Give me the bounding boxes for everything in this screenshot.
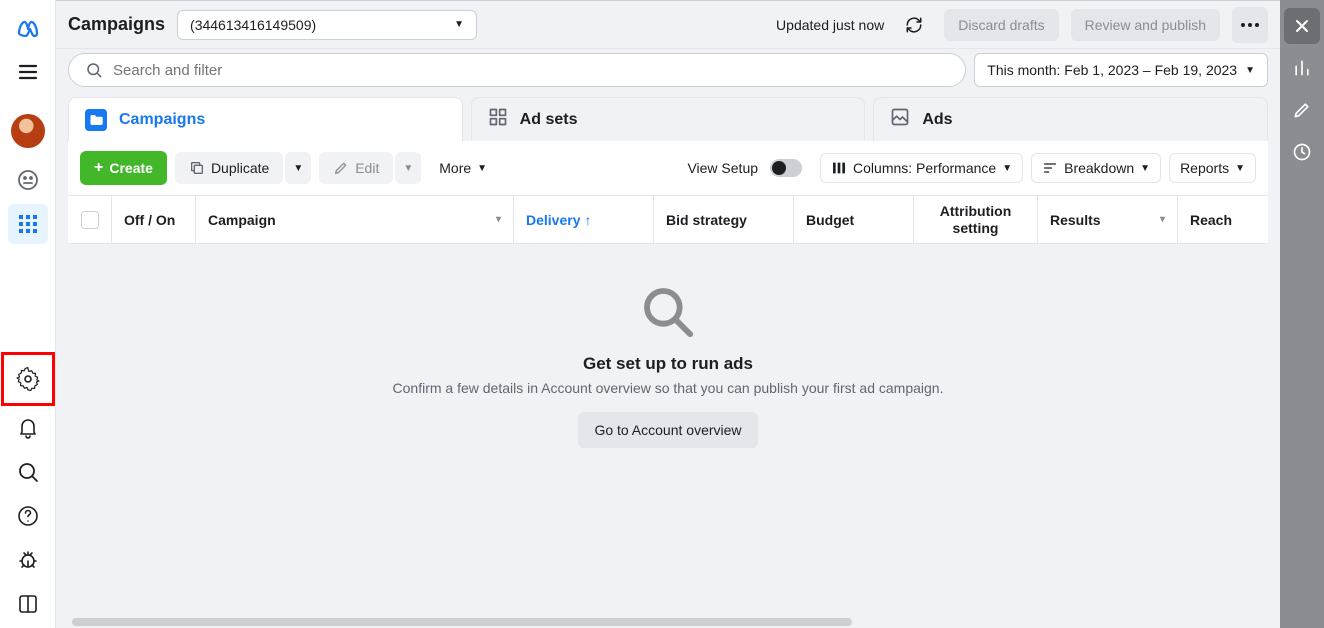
help-icon[interactable] <box>8 496 48 536</box>
copy-icon <box>189 160 205 176</box>
reports-button[interactable]: Reports ▼ <box>1169 153 1256 183</box>
scroll-thumb[interactable] <box>72 618 852 626</box>
chevron-down-icon: ▼ <box>1140 163 1150 174</box>
bug-icon[interactable] <box>8 540 48 580</box>
sort-icon: ▾ <box>1160 214 1165 225</box>
account-id: (344613416149509) <box>190 17 316 33</box>
empty-title: Get set up to run ads <box>583 354 753 374</box>
search-input[interactable] <box>113 62 949 79</box>
chevron-down-icon: ▼ <box>1002 163 1012 174</box>
empty-state: Get set up to run ads Confirm a few deta… <box>68 244 1268 616</box>
updated-status: Updated just now <box>776 17 884 33</box>
edit-button[interactable]: Edit <box>319 152 393 184</box>
refresh-button[interactable] <box>896 7 932 43</box>
duplicate-button[interactable]: Duplicate <box>175 152 283 184</box>
plus-icon: + <box>94 159 103 177</box>
campaigns-table: Off / On Campaign▾ Delivery↑ Bid strateg… <box>68 196 1268 244</box>
folder-icon <box>85 109 107 131</box>
empty-subtitle: Confirm a few details in Account overvie… <box>393 380 944 396</box>
tab-adsets[interactable]: Ad sets <box>471 97 866 141</box>
more-options-button[interactable] <box>1232 7 1268 43</box>
image-icon <box>890 107 910 132</box>
column-budget[interactable]: Budget <box>794 196 914 243</box>
tab-label: Ads <box>922 111 952 129</box>
table-header: Off / On Campaign▾ Delivery↑ Bid strateg… <box>68 196 1268 244</box>
pencil-icon <box>333 160 349 176</box>
campaigns-nav-icon[interactable] <box>8 204 48 244</box>
chevron-down-icon: ▼ <box>1235 163 1245 174</box>
chevron-down-icon: ▼ <box>1245 65 1255 76</box>
horizontal-scrollbar[interactable] <box>68 616 1268 628</box>
account-selector[interactable]: (344613416149509) ▼ <box>177 10 477 40</box>
discard-drafts-button[interactable]: Discard drafts <box>944 9 1058 41</box>
grid-icon <box>488 107 508 132</box>
chevron-down-icon: ▼ <box>454 19 464 30</box>
chart-icon[interactable] <box>1284 50 1320 86</box>
tab-ads[interactable]: Ads <box>873 97 1268 141</box>
breakdown-icon <box>1042 160 1058 176</box>
right-rail <box>1280 0 1324 628</box>
search-box[interactable] <box>68 53 966 87</box>
settings-icon[interactable] <box>8 359 48 399</box>
view-setup-toggle[interactable]: View Setup <box>677 151 812 185</box>
edit-split-button: Edit ▼ <box>319 152 421 184</box>
duplicate-dropdown[interactable]: ▼ <box>285 152 311 184</box>
search-empty-icon <box>640 284 696 340</box>
topbar: Campaigns (344613416149509) ▼ Updated ju… <box>56 1 1280 49</box>
search-icon <box>85 61 103 79</box>
edit-icon[interactable] <box>1284 92 1320 128</box>
more-button[interactable]: More ▼ <box>429 152 497 184</box>
settings-highlight <box>1 352 55 406</box>
edit-dropdown[interactable]: ▼ <box>395 152 421 184</box>
tab-campaigns[interactable]: Campaigns <box>68 97 463 141</box>
overview-icon[interactable] <box>8 160 48 200</box>
page-title: Campaigns <box>68 14 165 35</box>
column-campaign[interactable]: Campaign▾ <box>196 196 514 243</box>
history-icon[interactable] <box>1284 134 1320 170</box>
meta-logo[interactable] <box>8 8 48 48</box>
left-rail <box>0 0 56 628</box>
select-all-header[interactable] <box>68 196 112 243</box>
columns-icon <box>831 160 847 176</box>
search-nav-icon[interactable] <box>8 452 48 492</box>
menu-icon[interactable] <box>8 52 48 92</box>
column-attribution[interactable]: Attribution setting <box>914 196 1038 243</box>
date-range-picker[interactable]: This month: Feb 1, 2023 – Feb 19, 2023 ▼ <box>974 53 1268 87</box>
toolbar: + Create Duplicate ▼ Edit ▼ More ▼ View … <box>68 141 1268 196</box>
go-to-overview-button[interactable]: Go to Account overview <box>578 412 757 448</box>
bell-icon[interactable] <box>8 408 48 448</box>
review-publish-button[interactable]: Review and publish <box>1071 9 1220 41</box>
column-delivery[interactable]: Delivery↑ <box>514 196 654 243</box>
columns-button[interactable]: Columns: Performance ▼ <box>820 153 1023 183</box>
tab-label: Campaigns <box>119 111 205 129</box>
checkbox[interactable] <box>81 211 99 229</box>
create-button[interactable]: + Create <box>80 151 167 185</box>
date-range-label: This month: Feb 1, 2023 – Feb 19, 2023 <box>987 62 1237 78</box>
breakdown-button[interactable]: Breakdown ▼ <box>1031 153 1161 183</box>
close-panel-button[interactable] <box>1284 8 1320 44</box>
sort-icon: ▾ <box>496 214 501 225</box>
column-results[interactable]: Results▾ <box>1038 196 1178 243</box>
avatar[interactable] <box>11 114 45 148</box>
tab-label: Ad sets <box>520 111 578 129</box>
sort-asc-icon: ↑ <box>584 212 591 228</box>
search-row: This month: Feb 1, 2023 – Feb 19, 2023 ▼ <box>56 49 1280 91</box>
main-content: Campaigns (344613416149509) ▼ Updated ju… <box>56 0 1280 628</box>
panel-icon[interactable] <box>8 584 48 624</box>
chevron-down-icon: ▼ <box>477 163 487 174</box>
column-reach[interactable]: Reach <box>1178 196 1268 243</box>
tabs: Campaigns Ad sets Ads <box>56 97 1280 141</box>
toggle-switch[interactable] <box>770 159 802 177</box>
column-bid[interactable]: Bid strategy <box>654 196 794 243</box>
duplicate-split-button: Duplicate ▼ <box>175 152 311 184</box>
column-onoff[interactable]: Off / On <box>112 196 196 243</box>
